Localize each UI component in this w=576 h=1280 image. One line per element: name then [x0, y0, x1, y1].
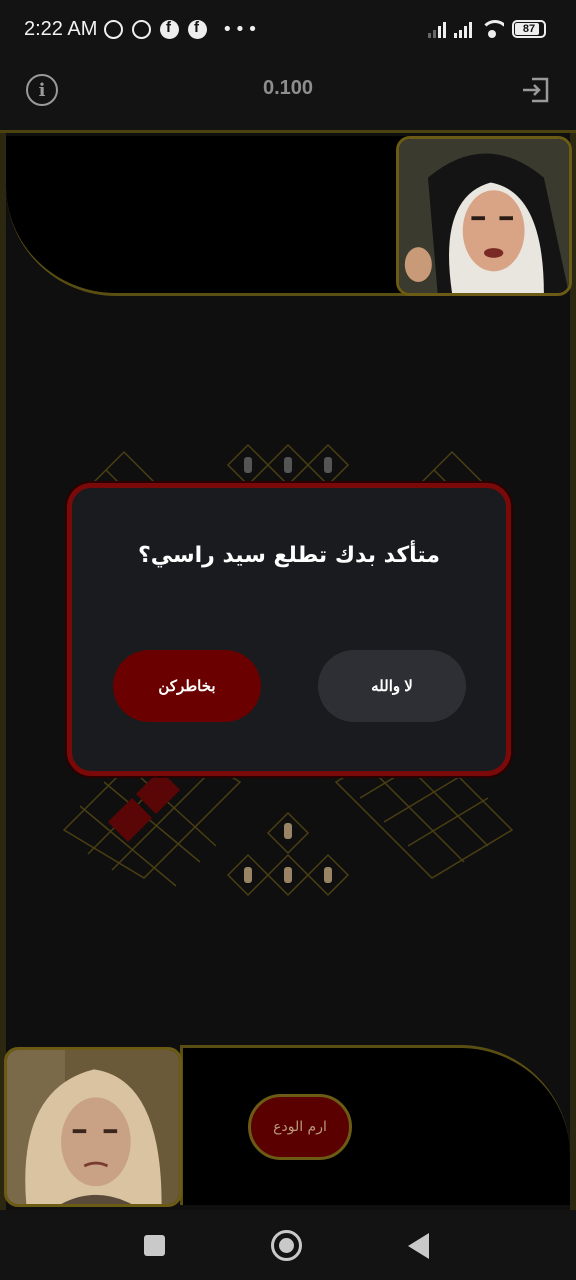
- battery-level: 87: [522, 23, 536, 35]
- signal-icon: [454, 20, 472, 38]
- home-icon[interactable]: [271, 1230, 302, 1261]
- facebook-icon: [188, 19, 207, 39]
- wifi-icon: [480, 20, 504, 38]
- score-display: 0.100: [262, 77, 314, 99]
- player-avatar: [4, 1047, 182, 1207]
- exit-confirm-dialog: متأكد بدك تطلع سيد راسي؟ بخاطركن لا والل…: [67, 483, 511, 776]
- whatsapp-icon: [132, 20, 151, 39]
- dialog-title: متأكد بدك تطلع سيد راسي؟: [137, 543, 441, 568]
- cancel-exit-button[interactable]: لا والله: [318, 650, 466, 722]
- back-icon[interactable]: [408, 1233, 429, 1259]
- confirm-exit-button[interactable]: بخاطركن: [113, 650, 261, 722]
- recent-apps-icon[interactable]: [144, 1235, 165, 1256]
- battery-icon: 87: [512, 20, 546, 38]
- player-panel: [180, 1045, 570, 1205]
- alarm-icon: [104, 20, 123, 39]
- more-dots-icon: •••: [222, 19, 260, 40]
- system-icons: 87: [428, 20, 546, 38]
- status-time: 2:22 AM: [24, 18, 98, 40]
- app-header: i 0.100: [0, 62, 576, 130]
- opponent-avatar: [396, 136, 572, 296]
- opponent-panel: [6, 136, 446, 296]
- exit-icon[interactable]: [520, 76, 550, 104]
- throw-shells-button[interactable]: ارم الودع: [248, 1094, 352, 1160]
- signal-icon: [428, 20, 446, 38]
- status-bar: 2:22 AM ••• 87: [0, 0, 576, 62]
- notification-icons: •••: [104, 19, 260, 40]
- system-nav-bar: [0, 1210, 576, 1280]
- facebook-icon: [160, 19, 179, 39]
